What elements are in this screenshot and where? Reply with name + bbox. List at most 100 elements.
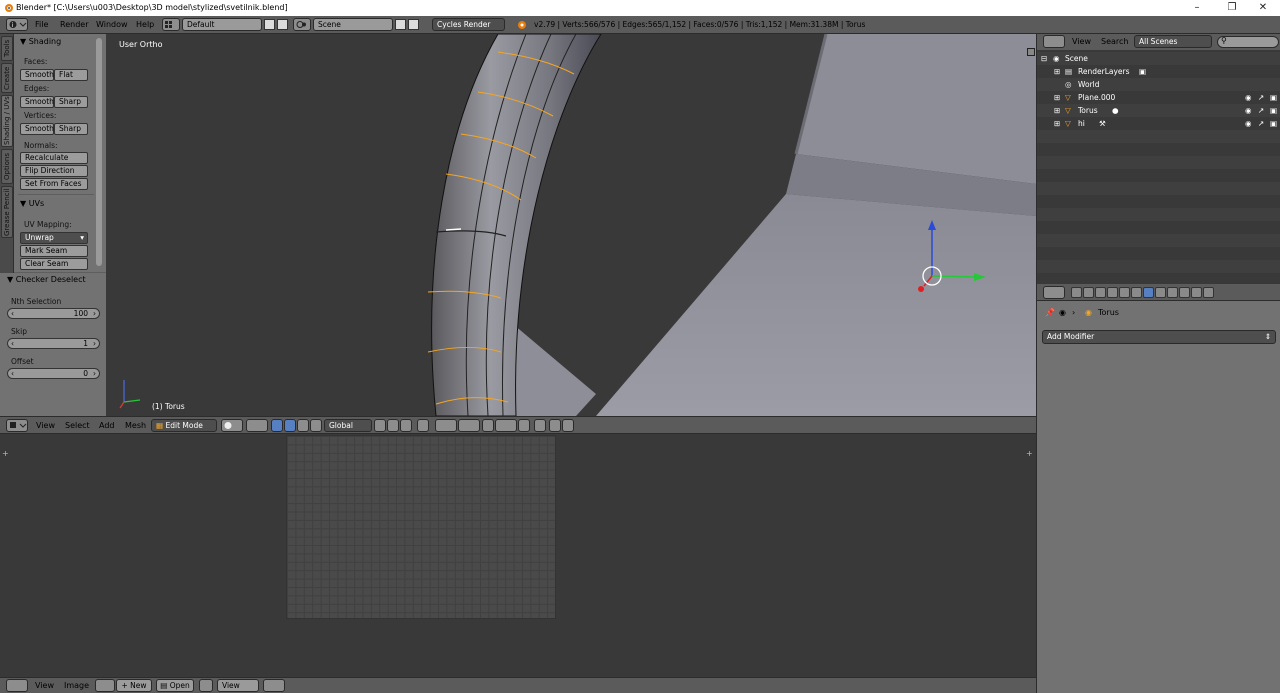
- render-tab-icon[interactable]: [1071, 287, 1082, 298]
- offset-field[interactable]: ‹ 0 ›: [7, 368, 100, 379]
- decrement-arrow-icon[interactable]: ‹: [11, 369, 14, 378]
- limit-selection-icon[interactable]: [417, 419, 429, 432]
- faces-smooth-button[interactable]: Smooth: [20, 69, 54, 81]
- menu-image[interactable]: Image: [64, 680, 89, 692]
- edge-select-icon[interactable]: [387, 419, 399, 432]
- render-camera-icon[interactable]: ▣: [1270, 104, 1277, 117]
- opengl-render-icon[interactable]: [534, 419, 546, 432]
- increment-arrow-icon[interactable]: ›: [93, 309, 96, 318]
- skip-field[interactable]: ‹ 1 ›: [7, 338, 100, 349]
- pin-icon[interactable]: 📌: [1045, 308, 1055, 317]
- menu-help[interactable]: Help: [136, 19, 154, 31]
- faces-flat-button[interactable]: Flat: [54, 69, 88, 81]
- particles-tab-icon[interactable]: [1191, 287, 1202, 298]
- remove-screen-icon[interactable]: [277, 19, 288, 30]
- collapse-icon[interactable]: ⊟: [1041, 52, 1047, 65]
- translate-icon[interactable]: [284, 419, 296, 432]
- vertex-select-icon[interactable]: [374, 419, 386, 432]
- unwrap-menu-button[interactable]: Unwrap ▾: [20, 232, 88, 244]
- decrement-arrow-icon[interactable]: ‹: [11, 339, 14, 348]
- increment-arrow-icon[interactable]: ›: [93, 369, 96, 378]
- scale-icon[interactable]: [310, 419, 322, 432]
- modifiers-tab-icon[interactable]: [1143, 287, 1154, 298]
- menu-select[interactable]: Select: [65, 420, 90, 432]
- view-mode-select[interactable]: View: [217, 679, 259, 692]
- outliner-menu-view[interactable]: View: [1072, 36, 1091, 48]
- editor-type-outliner-icon[interactable]: [1043, 35, 1065, 48]
- scene-field[interactable]: Scene: [313, 18, 393, 31]
- rotate-icon[interactable]: [297, 419, 309, 432]
- tab-shading-uvs[interactable]: Shading / UVs: [1, 95, 13, 147]
- viewport-shading-icon[interactable]: [221, 419, 243, 432]
- set-from-faces-button[interactable]: Set From Faces: [20, 178, 88, 190]
- menu-file[interactable]: File: [35, 19, 48, 31]
- render-layers-tab-icon[interactable]: [1083, 287, 1094, 298]
- add-modifier-select[interactable]: Add Modifier ⇕: [1042, 330, 1276, 344]
- editor-type-properties-icon[interactable]: [1043, 286, 1065, 299]
- constraints-tab-icon[interactable]: [1131, 287, 1142, 298]
- snap-target-icon[interactable]: [518, 419, 530, 432]
- falloff-icon[interactable]: [458, 419, 480, 432]
- manipulator-toggle-icon[interactable]: [271, 419, 283, 432]
- open-image-button[interactable]: ▤ Open: [156, 679, 194, 692]
- browse-image-icon[interactable]: [95, 679, 115, 692]
- menu-add[interactable]: Add: [99, 420, 115, 432]
- outliner-row-scene[interactable]: ⊟ ◉ Scene: [1037, 52, 1280, 65]
- select-cursor-icon[interactable]: ↗: [1258, 91, 1264, 104]
- close-icon[interactable]: ✕: [1246, 0, 1280, 16]
- add-scene-icon[interactable]: [395, 19, 406, 30]
- face-select-icon[interactable]: [400, 419, 412, 432]
- right-region-toggle-icon[interactable]: +: [1026, 449, 1033, 458]
- editor-type-3d-icon[interactable]: [6, 419, 28, 432]
- proportional-edit-icon[interactable]: [435, 419, 457, 432]
- tab-grease-pencil[interactable]: Grease Pencil: [1, 186, 13, 238]
- shading-panel-header[interactable]: ▼ Shading: [20, 36, 61, 48]
- remove-scene-icon[interactable]: [408, 19, 419, 30]
- outliner-row-torus[interactable]: ⊞ ▽ Torus ● ◉ ↗ ▣: [1037, 104, 1280, 117]
- physics-tab-icon[interactable]: [1203, 287, 1214, 298]
- expand-icon[interactable]: ⊞: [1054, 65, 1060, 78]
- opengl-render-anim-icon[interactable]: [549, 419, 561, 432]
- tab-create[interactable]: Create: [1, 63, 13, 93]
- visibility-eye-icon[interactable]: ◉: [1245, 91, 1252, 104]
- texture-tab-icon[interactable]: [1179, 287, 1190, 298]
- recalculate-button[interactable]: Recalculate: [20, 152, 88, 164]
- tab-tools[interactable]: Tools: [1, 36, 13, 61]
- editor-type-image-icon[interactable]: [6, 679, 28, 692]
- render-engine-select[interactable]: Cycles Render: [432, 18, 505, 31]
- vertices-sharp-button[interactable]: Sharp: [54, 123, 88, 135]
- add-screen-icon[interactable]: [264, 19, 275, 30]
- minimize-icon[interactable]: –: [1180, 0, 1214, 16]
- visibility-eye-icon[interactable]: ◉: [1245, 104, 1252, 117]
- orientation-select[interactable]: Global: [324, 419, 372, 432]
- nth-selection-field[interactable]: ‹ 100 ›: [7, 308, 100, 319]
- uv-image-editor[interactable]: + +: [0, 434, 1036, 677]
- clear-seam-button[interactable]: Clear Seam: [20, 258, 88, 270]
- expand-icon[interactable]: ⊞: [1054, 104, 1060, 117]
- outliner-row-renderlayers[interactable]: ⊞ ▤ RenderLayers ▣: [1037, 65, 1280, 78]
- display-mode-select[interactable]: All Scenes: [1134, 35, 1212, 48]
- render-camera-icon[interactable]: ▣: [1270, 117, 1277, 130]
- checker-deselect-header[interactable]: ▼ Checker Deselect: [7, 274, 86, 286]
- properties-toggle-icon[interactable]: [1027, 48, 1035, 56]
- scene-tab-icon[interactable]: [1095, 287, 1106, 298]
- world-tab-icon[interactable]: [1107, 287, 1118, 298]
- object-tab-icon[interactable]: [1119, 287, 1130, 298]
- pivot-icon[interactable]: [263, 679, 285, 692]
- menu-view[interactable]: View: [36, 420, 55, 432]
- flip-direction-button[interactable]: Flip Direction: [20, 165, 88, 177]
- outliner-search-input[interactable]: ⚲: [1217, 36, 1279, 48]
- editor-type-info-icon[interactable]: i: [6, 18, 28, 31]
- select-cursor-icon[interactable]: ↗: [1258, 117, 1264, 130]
- pin-image-icon[interactable]: [199, 679, 213, 692]
- decrement-arrow-icon[interactable]: ‹: [11, 309, 14, 318]
- outliner-row-world[interactable]: ◎ World: [1037, 78, 1280, 91]
- snap-element-icon[interactable]: [495, 419, 517, 432]
- increment-arrow-icon[interactable]: ›: [93, 339, 96, 348]
- render-region-icon[interactable]: [562, 419, 574, 432]
- left-region-toggle-icon[interactable]: +: [2, 449, 9, 458]
- select-cursor-icon[interactable]: ↗: [1258, 104, 1264, 117]
- material-tab-icon[interactable]: [1167, 287, 1178, 298]
- edges-sharp-button[interactable]: Sharp: [54, 96, 88, 108]
- expand-icon[interactable]: ⊞: [1054, 91, 1060, 104]
